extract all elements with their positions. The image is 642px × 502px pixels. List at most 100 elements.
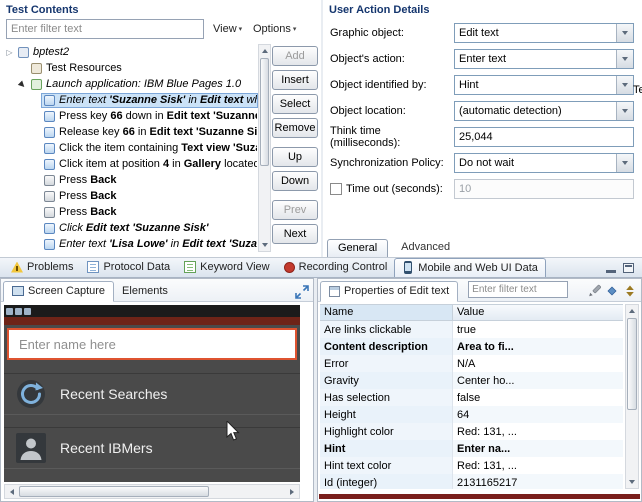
- tree-item-label: Press Back: [59, 206, 117, 218]
- device-screen-capture[interactable]: Enter name here Recent Searches Recent IB…: [4, 305, 300, 482]
- think-time-milliseconds-input[interactable]: [454, 127, 634, 147]
- scroll-right-button[interactable]: [285, 485, 299, 498]
- mouse-cursor-icon: [226, 419, 240, 445]
- tab-screen-capture[interactable]: Screen Capture: [3, 281, 115, 302]
- test-contents-filter-input[interactable]: [6, 19, 204, 39]
- remove-button[interactable]: Remove: [272, 118, 318, 138]
- tab-protocol-data[interactable]: Protocol Data: [80, 258, 177, 277]
- recording-control-icon: [283, 261, 295, 273]
- status-icon: [15, 307, 22, 315]
- view-menu[interactable]: View ▾: [213, 23, 242, 35]
- tree-item[interactable]: Press key 66 down in Edit text 'Suzanne …: [2, 108, 258, 124]
- tab-recording-control[interactable]: Recording Control: [277, 258, 395, 277]
- property-row[interactable]: Are links clickable true: [320, 321, 623, 338]
- form-row: Object's action: Enter text: [330, 46, 636, 72]
- scroll-thumb[interactable]: [627, 318, 637, 410]
- scroll-down-button[interactable]: [259, 239, 270, 251]
- tree-item[interactable]: Press Back: [2, 204, 258, 220]
- sort-updown-icon[interactable]: [622, 283, 637, 298]
- tab-general[interactable]: General: [327, 239, 389, 257]
- column-header-value[interactable]: Value: [453, 305, 623, 320]
- object-identified-by-select[interactable]: Hint: [454, 75, 634, 95]
- tree-item-label: Press Back: [59, 190, 117, 202]
- tab-advanced[interactable]: Advanced: [391, 239, 460, 257]
- capture-list-item[interactable]: Recent Searches: [4, 373, 300, 415]
- property-row[interactable]: Has selection false: [320, 389, 623, 406]
- properties-filter-input[interactable]: [468, 281, 569, 298]
- object-s-action-select[interactable]: Enter text: [454, 49, 634, 69]
- next-button[interactable]: Next: [272, 224, 318, 244]
- property-name: Hint: [320, 440, 453, 457]
- application-window: Test Contents View▾ Options▾ ▷ bptest2 Tes…: [0, 0, 642, 502]
- field-label: Think time (milliseconds):: [330, 125, 401, 149]
- down-button[interactable]: Down: [272, 171, 318, 191]
- tab-mobile-and-web-ui-data[interactable]: Mobile and Web UI Data: [394, 258, 546, 277]
- tree-item[interactable]: ▶ Launch application: IBM Blue Pages 1.0: [2, 76, 258, 92]
- scroll-thumb[interactable]: [19, 486, 209, 497]
- maximize-icon[interactable]: [623, 263, 634, 273]
- app-title-bar: [4, 317, 300, 325]
- tree-item[interactable]: Press Back: [2, 188, 258, 204]
- device-icon: [44, 174, 55, 186]
- property-row[interactable]: Highlight color Red: 131, ...: [320, 423, 623, 440]
- property-row[interactable]: Hint Enter na...: [320, 440, 623, 457]
- tree-item[interactable]: Enter text 'Lisa Lowe' in Edit text 'Suz…: [2, 236, 258, 252]
- property-row[interactable]: Error N/A: [320, 355, 623, 372]
- field-label: Object location:: [330, 105, 406, 117]
- tree-item[interactable]: Release key 66 in Edit text 'Suzanne Sis…: [2, 124, 258, 140]
- maximize-view-icon[interactable]: [294, 284, 309, 299]
- capture-list-item[interactable]: Recent IBMers: [4, 427, 300, 469]
- tab-problems[interactable]: Problems: [4, 258, 80, 277]
- graphic-object-select[interactable]: Edit text: [454, 23, 634, 43]
- scroll-thumb[interactable]: [260, 58, 269, 166]
- capture-horizontal-scrollbar[interactable]: [4, 484, 300, 499]
- tree-item[interactable]: ▷ bptest2: [2, 44, 258, 60]
- tree-item[interactable]: Enter text 'Suzanne Sisk' in Edit text w…: [2, 92, 258, 108]
- property-row[interactable]: Id (integer) 2131165217: [320, 474, 623, 489]
- scroll-up-button[interactable]: [259, 45, 270, 57]
- tab-properties[interactable]: Properties of Edit text: [320, 281, 459, 302]
- property-value: Red: 131, ...: [457, 425, 517, 438]
- tree-item[interactable]: Click item at position 4 in Gallery loca…: [2, 156, 258, 172]
- tree-vertical-scrollbar[interactable]: [258, 44, 271, 252]
- field-label: Graphic object:: [330, 27, 404, 39]
- select-button[interactable]: Select: [272, 94, 318, 114]
- scroll-down-button[interactable]: [626, 476, 637, 488]
- scroll-left-button[interactable]: [5, 485, 19, 498]
- up-button[interactable]: Up: [272, 147, 318, 167]
- minimize-icon[interactable]: [606, 270, 616, 273]
- timeout-checkbox[interactable]: [330, 183, 342, 195]
- tree-item[interactable]: Press Back: [2, 172, 258, 188]
- add-button[interactable]: Add: [272, 46, 318, 66]
- select-value: Hint: [459, 79, 479, 91]
- column-header-name[interactable]: Name: [320, 305, 453, 320]
- property-row[interactable]: Gravity Center ho...: [320, 372, 623, 389]
- prev-button[interactable]: Prev: [272, 200, 318, 220]
- tab-elements[interactable]: Elements: [114, 282, 176, 301]
- tree-item[interactable]: Click the item containing Text view 'Suz…: [2, 140, 258, 156]
- highlighted-name-field[interactable]: Enter name here: [7, 328, 297, 360]
- property-row[interactable]: Content description Area to fi...: [320, 338, 623, 355]
- tab-keyword-view[interactable]: Keyword View: [177, 258, 277, 277]
- tree-item[interactable]: Click Edit text 'Suzanne Sisk': [2, 220, 258, 236]
- property-value: 64: [457, 408, 470, 421]
- property-value: Red: 131, ...: [457, 459, 517, 472]
- object-location-select[interactable]: (automatic detection): [454, 101, 634, 121]
- properties-vertical-scrollbar[interactable]: [625, 304, 639, 489]
- property-row[interactable]: Height 64: [320, 406, 623, 423]
- tree-item-label: Release key 66 in Edit text 'Suzanne Sis…: [59, 126, 258, 138]
- tree-item[interactable]: Test Resources: [2, 60, 258, 76]
- mobile-icon: [404, 261, 413, 274]
- time-out-seconds-input[interactable]: [454, 179, 634, 199]
- pencil-icon[interactable]: [586, 283, 601, 298]
- synchronization-policy-select[interactable]: Do not wait: [454, 153, 634, 173]
- scroll-up-button[interactable]: [626, 305, 637, 317]
- expander-icon[interactable]: ▷: [4, 47, 15, 58]
- insert-button[interactable]: Insert: [272, 70, 318, 90]
- property-row[interactable]: Hint text color Red: 131, ...: [320, 457, 623, 474]
- properties-header: Properties of Edit text: [318, 279, 641, 302]
- options-menu[interactable]: Options ▾: [253, 23, 296, 35]
- diamond-icon[interactable]: [604, 283, 619, 298]
- properties-icon: [329, 285, 340, 297]
- screen-capture-panel: Screen Capture Elements Enter name here …: [0, 278, 314, 502]
